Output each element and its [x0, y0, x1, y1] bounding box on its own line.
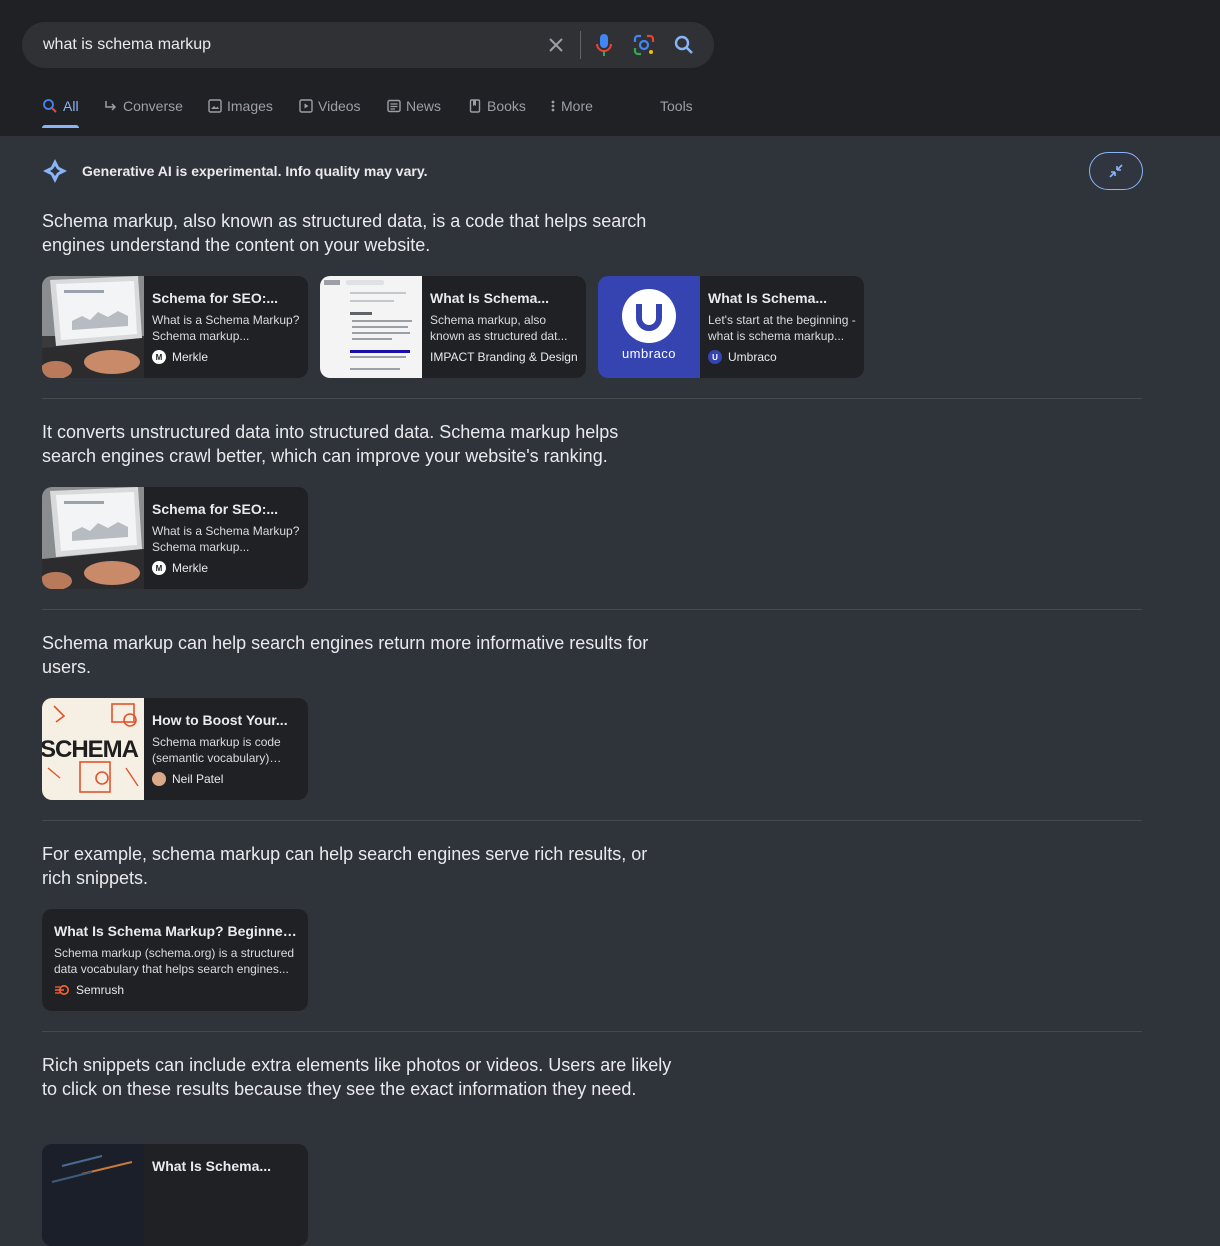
- card-snippet: Schema markup, also known as structured …: [430, 313, 568, 343]
- source-card[interactable]: Schema for SEO:... What is a Schema Mark…: [42, 276, 308, 378]
- tab-label: More: [561, 98, 593, 114]
- active-tab-indicator: [42, 125, 79, 128]
- logo-text: SCHEMA: [42, 736, 139, 763]
- source-card[interactable]: SCHEMA How to Boost Your... Schema marku…: [42, 698, 308, 800]
- laptop-thumbnail: [42, 487, 144, 589]
- tab-books[interactable]: Books: [468, 98, 526, 114]
- tab-images[interactable]: Images: [208, 98, 273, 114]
- more-vert-icon: [551, 100, 555, 112]
- ai-paragraph: It converts unstructured data into struc…: [42, 422, 619, 466]
- ai-paragraph: Rich snippets can include extra elements…: [42, 1055, 672, 1099]
- card-body: What Is Schema... Schema markup, also kn…: [430, 290, 578, 364]
- merkle-favicon: M: [152, 350, 166, 364]
- search-input[interactable]: what is schema markup: [43, 36, 211, 54]
- card-title: Schema for SEO:...: [152, 501, 279, 517]
- card-title: What Is Schema...: [708, 290, 828, 306]
- tab-videos[interactable]: Videos: [299, 98, 361, 114]
- section-divider: [42, 398, 1142, 399]
- tab-more[interactable]: More: [550, 98, 593, 114]
- source-card[interactable]: Schema for SEO:... What is a Schema Mark…: [42, 487, 308, 589]
- card-snippet: Schema markup (schema.org) is a structur…: [54, 946, 295, 976]
- collapse-icon: [1109, 164, 1123, 178]
- card-body: Schema for SEO:... What is a Schema Mark…: [152, 290, 300, 364]
- lens-icon[interactable]: [632, 33, 656, 57]
- image-icon: [208, 99, 222, 113]
- card-source: Neil Patel: [152, 772, 300, 786]
- card-source: U Umbraco: [708, 350, 856, 364]
- card-snippet: What is a Schema Markup? Schema markup..…: [152, 524, 300, 554]
- neil-patel-avatar: [152, 772, 166, 786]
- ai-paragraph: For example, schema markup can help sear…: [42, 844, 648, 888]
- dark-code-thumbnail: [42, 1144, 144, 1246]
- umbraco-favicon: U: [708, 350, 722, 364]
- merkle-favicon: M: [152, 561, 166, 575]
- tab-label: Videos: [318, 98, 361, 114]
- tab-all[interactable]: All: [42, 98, 79, 114]
- video-icon: [299, 99, 313, 113]
- semrush-favicon: [55, 985, 69, 995]
- card-title: What Is Schema Markup? Beginner'...: [54, 923, 298, 939]
- source-card[interactable]: What Is Schema... Schema markup, also kn…: [320, 276, 586, 378]
- book-icon: [469, 99, 481, 113]
- section-divider: [42, 820, 1142, 821]
- tools-label: Tools: [660, 98, 693, 114]
- microphone-icon[interactable]: [592, 33, 616, 57]
- card-source: IMPACT Branding & Design: [430, 350, 578, 364]
- card-body: What Is Schema... Let's start at the beg…: [708, 290, 856, 364]
- collapse-button[interactable]: [1089, 152, 1143, 190]
- tab-label: Images: [227, 98, 273, 114]
- source-card[interactable]: What Is Schema...: [42, 1144, 308, 1246]
- source-name: Merkle: [172, 350, 209, 364]
- tab-converse[interactable]: Converse: [104, 98, 183, 114]
- search-icon[interactable]: [672, 33, 696, 57]
- tab-label: Converse: [123, 98, 183, 114]
- card-snippet: What is a Schema Markup? Schema markup..…: [152, 313, 300, 343]
- ai-banner-text: Generative AI is experimental. Info qual…: [82, 163, 428, 179]
- card-body: Schema for SEO:... What is a Schema Mark…: [152, 501, 300, 575]
- source-name: IMPACT Branding & Design: [430, 350, 578, 364]
- tab-news[interactable]: News: [387, 98, 441, 114]
- search-tabs: All Converse Images Videos News Books Mo…: [0, 88, 1220, 136]
- search-icon: [43, 99, 57, 113]
- umbraco-logo-thumbnail: umbraco: [598, 276, 700, 378]
- search-divider: [580, 31, 581, 59]
- card-source: Semrush: [54, 983, 298, 997]
- card-title: Schema for SEO:...: [152, 290, 279, 306]
- tab-label: Books: [487, 98, 526, 114]
- section-divider: [42, 609, 1142, 610]
- tab-label: News: [406, 98, 442, 114]
- ai-paragraph: Schema markup can help search engines re…: [42, 633, 649, 677]
- card-source: M Merkle: [152, 561, 300, 575]
- source-name: Neil Patel: [172, 772, 224, 786]
- ai-sparkle-icon: [43, 159, 67, 183]
- serp-screenshot-thumbnail: [320, 276, 422, 378]
- ai-paragraph: Schema markup, also known as structured …: [42, 211, 647, 255]
- card-title: What Is Schema...: [430, 290, 550, 306]
- card-body: What Is Schema Markup? Beginner'... Sche…: [54, 923, 298, 997]
- tools-button[interactable]: Tools: [660, 98, 693, 114]
- card-body: What Is Schema...: [152, 1158, 300, 1174]
- laptop-thumbnail: [42, 276, 144, 378]
- logo-text: umbraco: [621, 346, 677, 361]
- converse-icon: [105, 101, 117, 111]
- news-icon: [387, 99, 401, 113]
- section-divider: [42, 1031, 1142, 1032]
- source-card[interactable]: umbraco What Is Schema... Let's start at…: [598, 276, 864, 378]
- source-name: Umbraco: [728, 350, 777, 364]
- card-title: How to Boost Your...: [152, 712, 288, 728]
- source-name: Semrush: [76, 983, 125, 997]
- tab-label: All: [63, 98, 79, 114]
- card-body: How to Boost Your... Schema markup is co…: [152, 712, 300, 786]
- ai-banner: Generative AI is experimental. Info qual…: [42, 158, 427, 184]
- card-snippet: Schema markup is code (semantic vocabula…: [152, 735, 281, 765]
- search-header: what is schema markup All Converse Image…: [0, 0, 1220, 136]
- source-name: Merkle: [172, 561, 209, 575]
- source-card[interactable]: What Is Schema Markup? Beginner'... Sche…: [42, 909, 308, 1011]
- search-box[interactable]: what is schema markup: [22, 22, 714, 68]
- card-snippet: Let's start at the beginning - what is s…: [708, 313, 856, 343]
- card-source: M Merkle: [152, 350, 300, 364]
- card-title: What Is Schema...: [152, 1158, 272, 1174]
- clear-icon[interactable]: [544, 33, 568, 57]
- schema-illustration-thumbnail: SCHEMA: [42, 698, 144, 800]
